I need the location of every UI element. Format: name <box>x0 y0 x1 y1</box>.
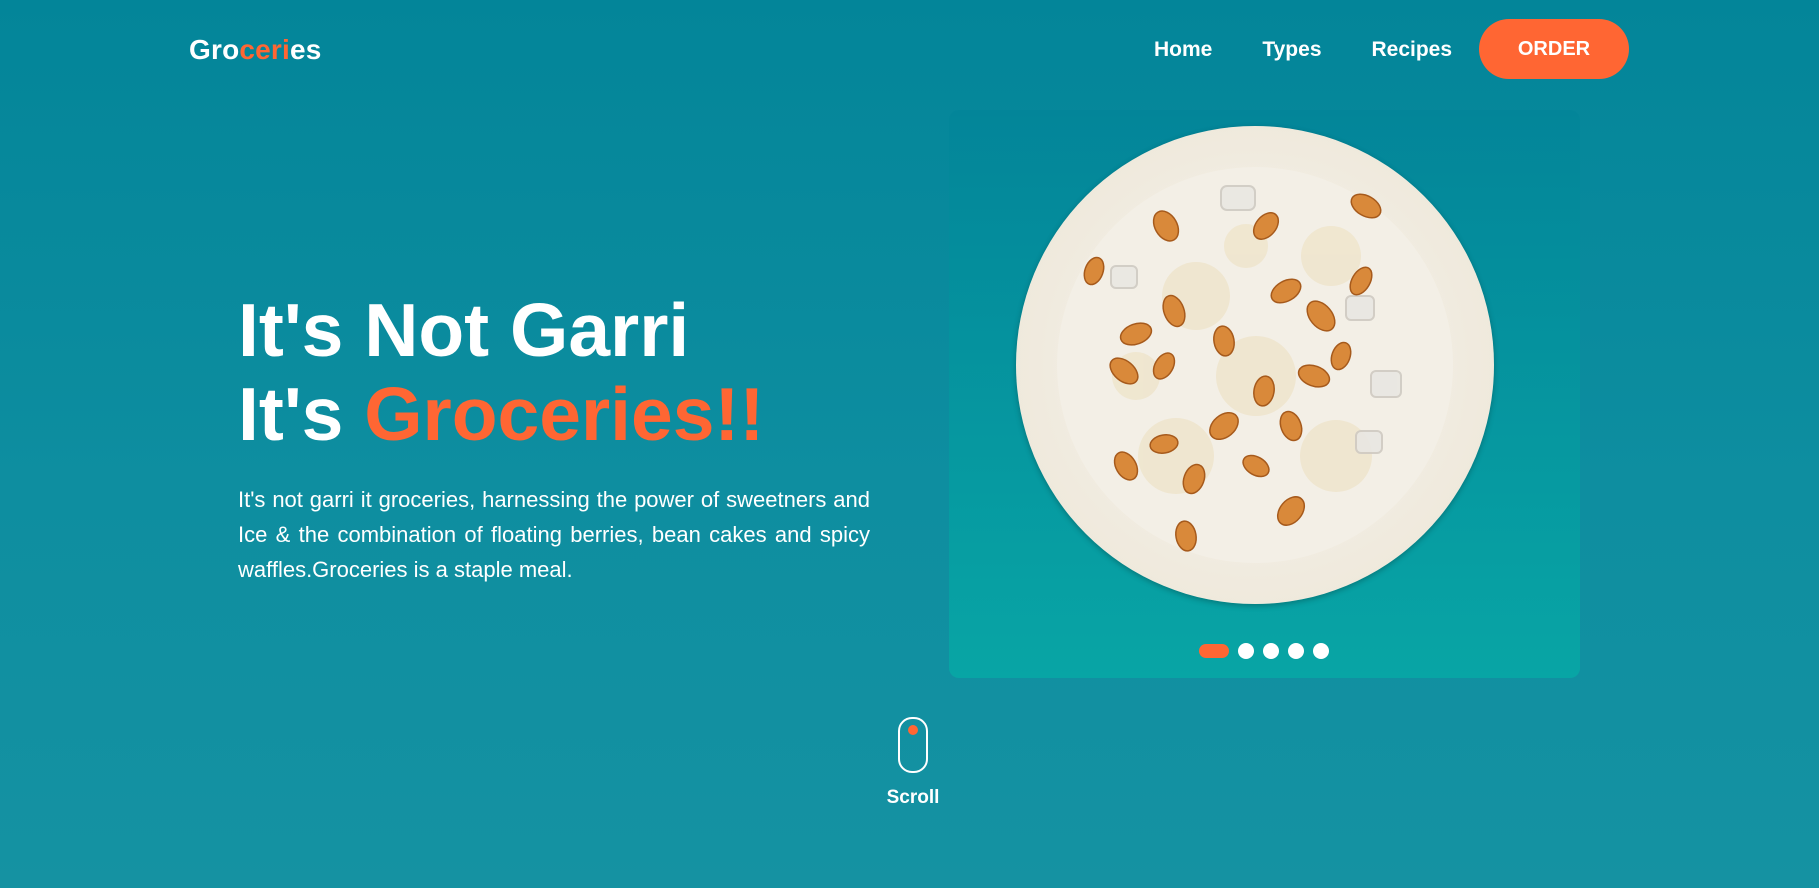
carousel-dot-2[interactable] <box>1238 643 1254 659</box>
hero-section: It's Not Garri It's Groceries!! It's not… <box>238 288 870 609</box>
carousel-dot-1[interactable] <box>1199 644 1229 658</box>
nav-link-home[interactable]: Home <box>1154 38 1212 62</box>
hero-heading-line-2-prefix: It's <box>238 372 365 456</box>
nav-link-types[interactable]: Types <box>1262 38 1321 62</box>
nav-link-recipes[interactable]: Recipes <box>1372 38 1453 62</box>
bowl-illustration <box>1057 167 1453 563</box>
mouse-wheel-dot <box>908 725 918 735</box>
scroll-label: Scroll <box>886 787 940 808</box>
carousel-dots <box>1199 643 1329 659</box>
site-logo[interactable]: Groceries <box>189 34 322 66</box>
carousel-dot-5[interactable] <box>1313 643 1329 659</box>
hero-heading: It's Not Garri It's Groceries!! <box>238 288 870 456</box>
hero-heading-line-1: It's Not Garri <box>238 288 690 372</box>
top-navigation: Groceries Home Types Recipes ORDER <box>0 0 1819 100</box>
nav-links: Home Types Recipes <box>1154 38 1452 62</box>
bowl-of-groceries-image <box>1016 126 1494 604</box>
scroll-indicator[interactable]: Scroll <box>884 717 942 809</box>
hero-description: It's not garri it groceries, harnessing … <box>238 487 870 582</box>
carousel-dot-3[interactable] <box>1263 643 1279 659</box>
logo-part-1: Gro <box>189 34 240 65</box>
hero-heading-highlight: Groceries!! <box>364 372 765 456</box>
order-button[interactable]: ORDER <box>1479 19 1629 79</box>
image-carousel <box>949 110 1580 678</box>
mouse-scroll-icon <box>898 717 928 773</box>
logo-part-3: es <box>290 34 322 65</box>
carousel-dot-4[interactable] <box>1288 643 1304 659</box>
logo-part-2: ceri <box>239 34 291 65</box>
